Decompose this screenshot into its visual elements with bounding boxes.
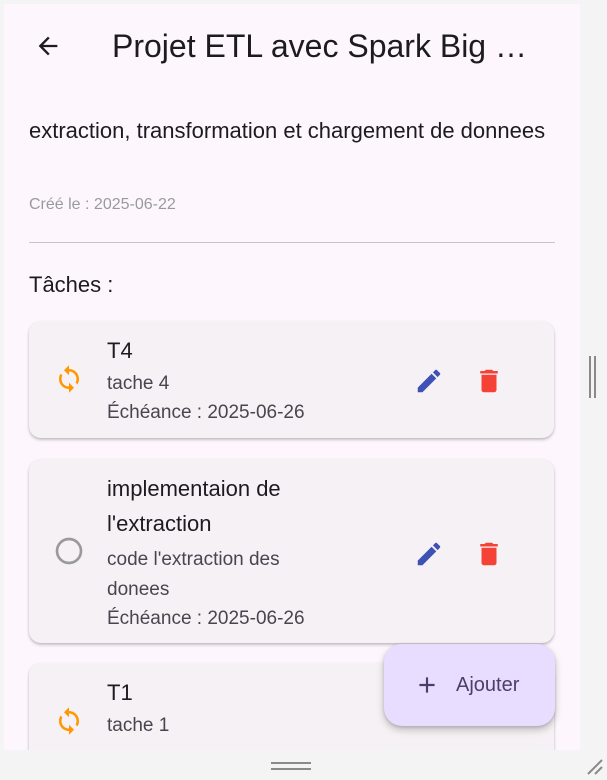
project-description: extraction, transformation et chargement…	[29, 118, 546, 143]
drag-handle-icon[interactable]	[271, 760, 311, 772]
add-button-label: Ajouter	[456, 674, 520, 696]
plus-icon	[419, 677, 435, 693]
divider	[29, 242, 555, 243]
sync-icon	[59, 365, 79, 393]
delete-button[interactable]	[472, 364, 506, 398]
task-title: T4	[107, 338, 133, 363]
delete-icon	[480, 542, 498, 566]
delete-icon	[480, 369, 498, 393]
task-due-date: Échéance : 2025-06-26	[107, 608, 305, 629]
sync-icon	[59, 707, 79, 735]
task-status-button[interactable]	[53, 363, 85, 395]
task-card[interactable]: T4 tache 4 Échéance : 2025-06-26	[29, 321, 554, 438]
page-title: Projet ETL avec Spark Big Data	[112, 28, 544, 64]
task-due-date: Échéance : 2025-06-26	[107, 402, 305, 423]
add-task-button[interactable]: Ajouter	[384, 644, 555, 726]
delete-button[interactable]	[472, 537, 506, 571]
corner-resize-icon[interactable]	[584, 756, 604, 776]
task-description: tache 4	[107, 373, 170, 394]
created-date: Créé le : 2025-06-22	[29, 196, 176, 213]
task-title: implementaion de l'extraction	[107, 476, 281, 536]
back-button[interactable]	[30, 28, 66, 64]
task-description: code l'extraction des donees	[107, 549, 280, 600]
edit-button[interactable]	[412, 537, 446, 571]
arrow-back-icon	[38, 36, 58, 56]
task-card[interactable]: implementaion de l'extraction code l'ext…	[29, 459, 554, 643]
app-window: Projet ETL avec Spark Big Data extractio…	[4, 4, 580, 750]
task-status-button[interactable]	[53, 705, 85, 737]
app-bar: Projet ETL avec Spark Big Data	[4, 4, 580, 88]
task-status-button[interactable]	[53, 535, 85, 567]
edit-icon	[417, 542, 441, 566]
edit-icon	[417, 369, 441, 393]
radio-unchecked-icon	[55, 537, 83, 565]
tasks-heading: Tâches :	[29, 272, 114, 297]
edit-button[interactable]	[412, 364, 446, 398]
resize-grip-icon[interactable]	[589, 356, 597, 398]
task-title: T1	[107, 680, 133, 705]
task-description: tache 1	[107, 715, 170, 736]
